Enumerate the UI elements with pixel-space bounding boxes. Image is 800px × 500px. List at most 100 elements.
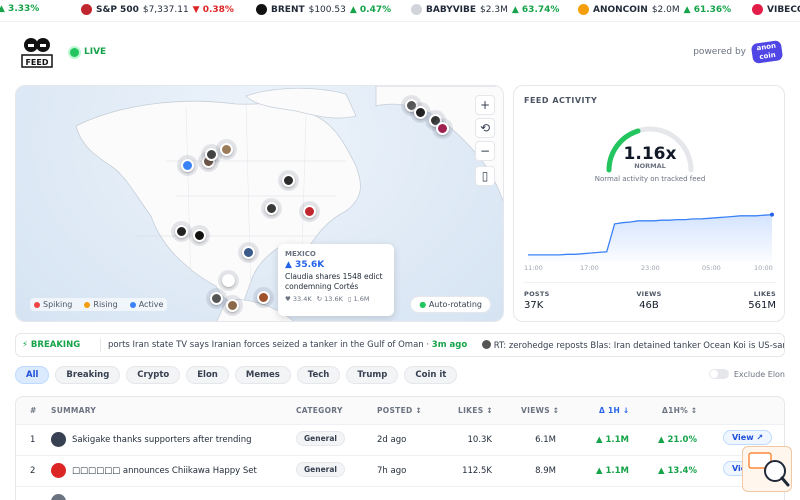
ticker-item[interactable]: VIBECO <box>752 4 800 15</box>
activity-chart[interactable] <box>524 192 776 262</box>
toggle-switch[interactable] <box>708 369 729 379</box>
ticker-item[interactable]: ANONCOIN $2.0M ▲ 61.36% <box>578 4 731 15</box>
help-widget[interactable] <box>742 446 792 492</box>
breaking-label: ⚡ BREAKING <box>22 340 81 350</box>
table-row[interactable] <box>16 486 784 500</box>
powered-by[interactable]: powered by anon coin <box>693 40 784 64</box>
tooltip-text: Claudia shares 1548 edict condemning Cor… <box>285 272 383 291</box>
fullscreen-button[interactable]: ▯ <box>475 166 495 186</box>
tooltip-stats: ♥ 33.4K ↻ 13.6K ▯ 1.6M <box>285 295 387 303</box>
map-marker[interactable] <box>414 106 427 119</box>
ticker-item[interactable]: S&P 500 $7,337.11 ▼ 0.38% <box>81 4 234 15</box>
filter-chip-crypto[interactable]: Crypto <box>126 366 181 384</box>
map-marker[interactable] <box>175 225 188 238</box>
globe-map[interactable]: + ⟲ − ▯ MEXICO ▲ 35.6K Claudia shares 15… <box>15 85 504 322</box>
activity-status: NORMAL <box>634 162 666 170</box>
svg-text:FEED: FEED <box>25 58 48 67</box>
breaking-time: 3m ago <box>431 340 468 350</box>
map-marker[interactable] <box>242 246 255 259</box>
legend-label: Rising <box>93 300 118 309</box>
x-tick-label: 10:00 <box>754 264 773 272</box>
map-marker[interactable] <box>303 205 316 218</box>
rising-dot-icon <box>84 301 91 308</box>
col-posted[interactable]: POSTED ↕ <box>377 406 422 415</box>
divider <box>100 338 101 352</box>
breaking-news-bar[interactable]: ⚡ BREAKING ports Iran state TV says Iran… <box>15 333 785 357</box>
zoom-out-button[interactable]: − <box>475 141 495 161</box>
avatar <box>482 340 491 349</box>
map-marker[interactable] <box>282 174 295 187</box>
view-button[interactable]: View ↗ <box>723 430 773 445</box>
breaking-item[interactable]: RT: zerohedge reposts Blas: Iran detaine… <box>482 340 784 351</box>
stat-value: 46B <box>639 300 659 311</box>
ticker-price: $2.0M <box>651 4 680 15</box>
filter-chip-all[interactable]: All <box>15 366 50 384</box>
ticker-item[interactable]: ▲ 3.33% <box>0 4 39 14</box>
legend-active: Active <box>129 300 163 309</box>
region-tooltip[interactable]: MEXICO ▲ 35.6K Claudia shares 1548 edict… <box>278 244 394 316</box>
ticker-price: $2.3M <box>480 4 508 15</box>
row-rank: 2 <box>30 466 36 476</box>
ticker-symbol: S&P 500 <box>96 4 139 15</box>
live-dot-icon <box>70 47 79 57</box>
filter-chip-elon[interactable]: Elon <box>186 366 229 384</box>
row-posted: 7h ago <box>377 466 407 476</box>
legend-rising: Rising <box>84 300 118 309</box>
table-row[interactable]: 1 Sakigake thanks supporters after trend… <box>16 424 784 455</box>
spiking-dot-icon <box>34 301 40 308</box>
filter-chip-breaking[interactable]: Breaking <box>55 366 121 384</box>
x-tick-label: 05:00 <box>702 264 721 272</box>
zoom-in-button[interactable]: + <box>475 95 495 115</box>
row-likes: 112.5K <box>462 466 492 476</box>
category-badge: General <box>296 462 345 477</box>
ticker-item[interactable]: BABYVIBE $2.3M ▲ 63.74% <box>411 4 559 15</box>
map-marker[interactable] <box>193 229 206 242</box>
col-likes[interactable]: LIKES ↕ <box>458 406 493 415</box>
map-marker[interactable] <box>222 274 235 287</box>
auto-rotating-label: Auto-rotating <box>428 300 482 309</box>
filter-chip-trump[interactable]: Trump <box>346 366 399 384</box>
filter-chip-memes[interactable]: Memes <box>234 366 291 384</box>
col-views[interactable]: VIEWS ↕ <box>521 406 559 415</box>
activity-stats: POSTS 37K VIEWS 46B LIKES 561M <box>524 290 776 311</box>
activity-description: Normal activity on tracked feed <box>594 175 706 183</box>
category-badge: General <box>296 431 345 446</box>
stat-posts: POSTS 37K <box>524 290 550 311</box>
row-summary[interactable]: Sakigake thanks supporters after trendin… <box>72 435 252 445</box>
map-marker[interactable] <box>265 202 278 215</box>
tooltip-likes: ♥ 33.4K <box>285 295 312 303</box>
map-marker[interactable] <box>220 143 233 156</box>
exclude-elon-toggle[interactable]: Exclude Elon <box>708 369 785 379</box>
filter-chip-coin-it[interactable]: Coin it <box>404 366 458 384</box>
ticker-change: ▲ 63.74% <box>511 4 560 15</box>
col-delta-1h[interactable]: Δ 1H ↓ <box>599 406 630 415</box>
ticker-item[interactable]: BRENT $100.53 ▲ 0.47% <box>256 4 391 15</box>
ticker-symbol: BRENT <box>271 4 305 15</box>
feed-activity-panel: FEED ACTIVITY 1.16x NORMAL Normal activi… <box>513 85 785 322</box>
table-row[interactable]: 2 □□□□□□ announces Chiikawa Happy Set Ge… <box>16 455 784 486</box>
feed-logo[interactable]: FEED <box>20 35 54 69</box>
avatar <box>51 432 66 447</box>
row-summary[interactable]: □□□□□□ announces Chiikawa Happy Set <box>72 466 257 476</box>
row-delta-1h: ▲ 1.1M <box>596 435 630 445</box>
breaking-item[interactable]: ports Iran state TV says Iranian forces … <box>108 340 467 350</box>
map-marker[interactable] <box>181 159 194 172</box>
map-marker[interactable] <box>226 299 239 312</box>
auto-rotating-toggle[interactable]: ● Auto-rotating <box>410 296 491 313</box>
active-dot-icon <box>129 301 136 308</box>
stat-likes: LIKES 561M <box>748 290 776 311</box>
map-marker[interactable] <box>210 292 223 305</box>
ticker-change: ▲ 61.36% <box>683 4 732 15</box>
filter-chip-tech[interactable]: Tech <box>296 366 341 384</box>
map-marker[interactable] <box>436 122 449 135</box>
map-marker[interactable] <box>205 148 218 161</box>
col-category[interactable]: CATEGORY <box>296 406 343 415</box>
stat-label: POSTS <box>524 290 550 298</box>
feed-activity-title: FEED ACTIVITY <box>524 96 598 105</box>
map-marker[interactable] <box>257 291 270 304</box>
row-posted: 2d ago <box>377 435 407 445</box>
anoncoin-brand-logo: anon coin <box>750 40 784 64</box>
trending-table: # SUMMARY CATEGORY POSTED ↕ LIKES ↕ VIEW… <box>15 396 785 500</box>
reset-view-button[interactable]: ⟲ <box>475 118 495 138</box>
col-delta-1h-pct[interactable]: Δ1H% ↕ <box>662 406 698 415</box>
